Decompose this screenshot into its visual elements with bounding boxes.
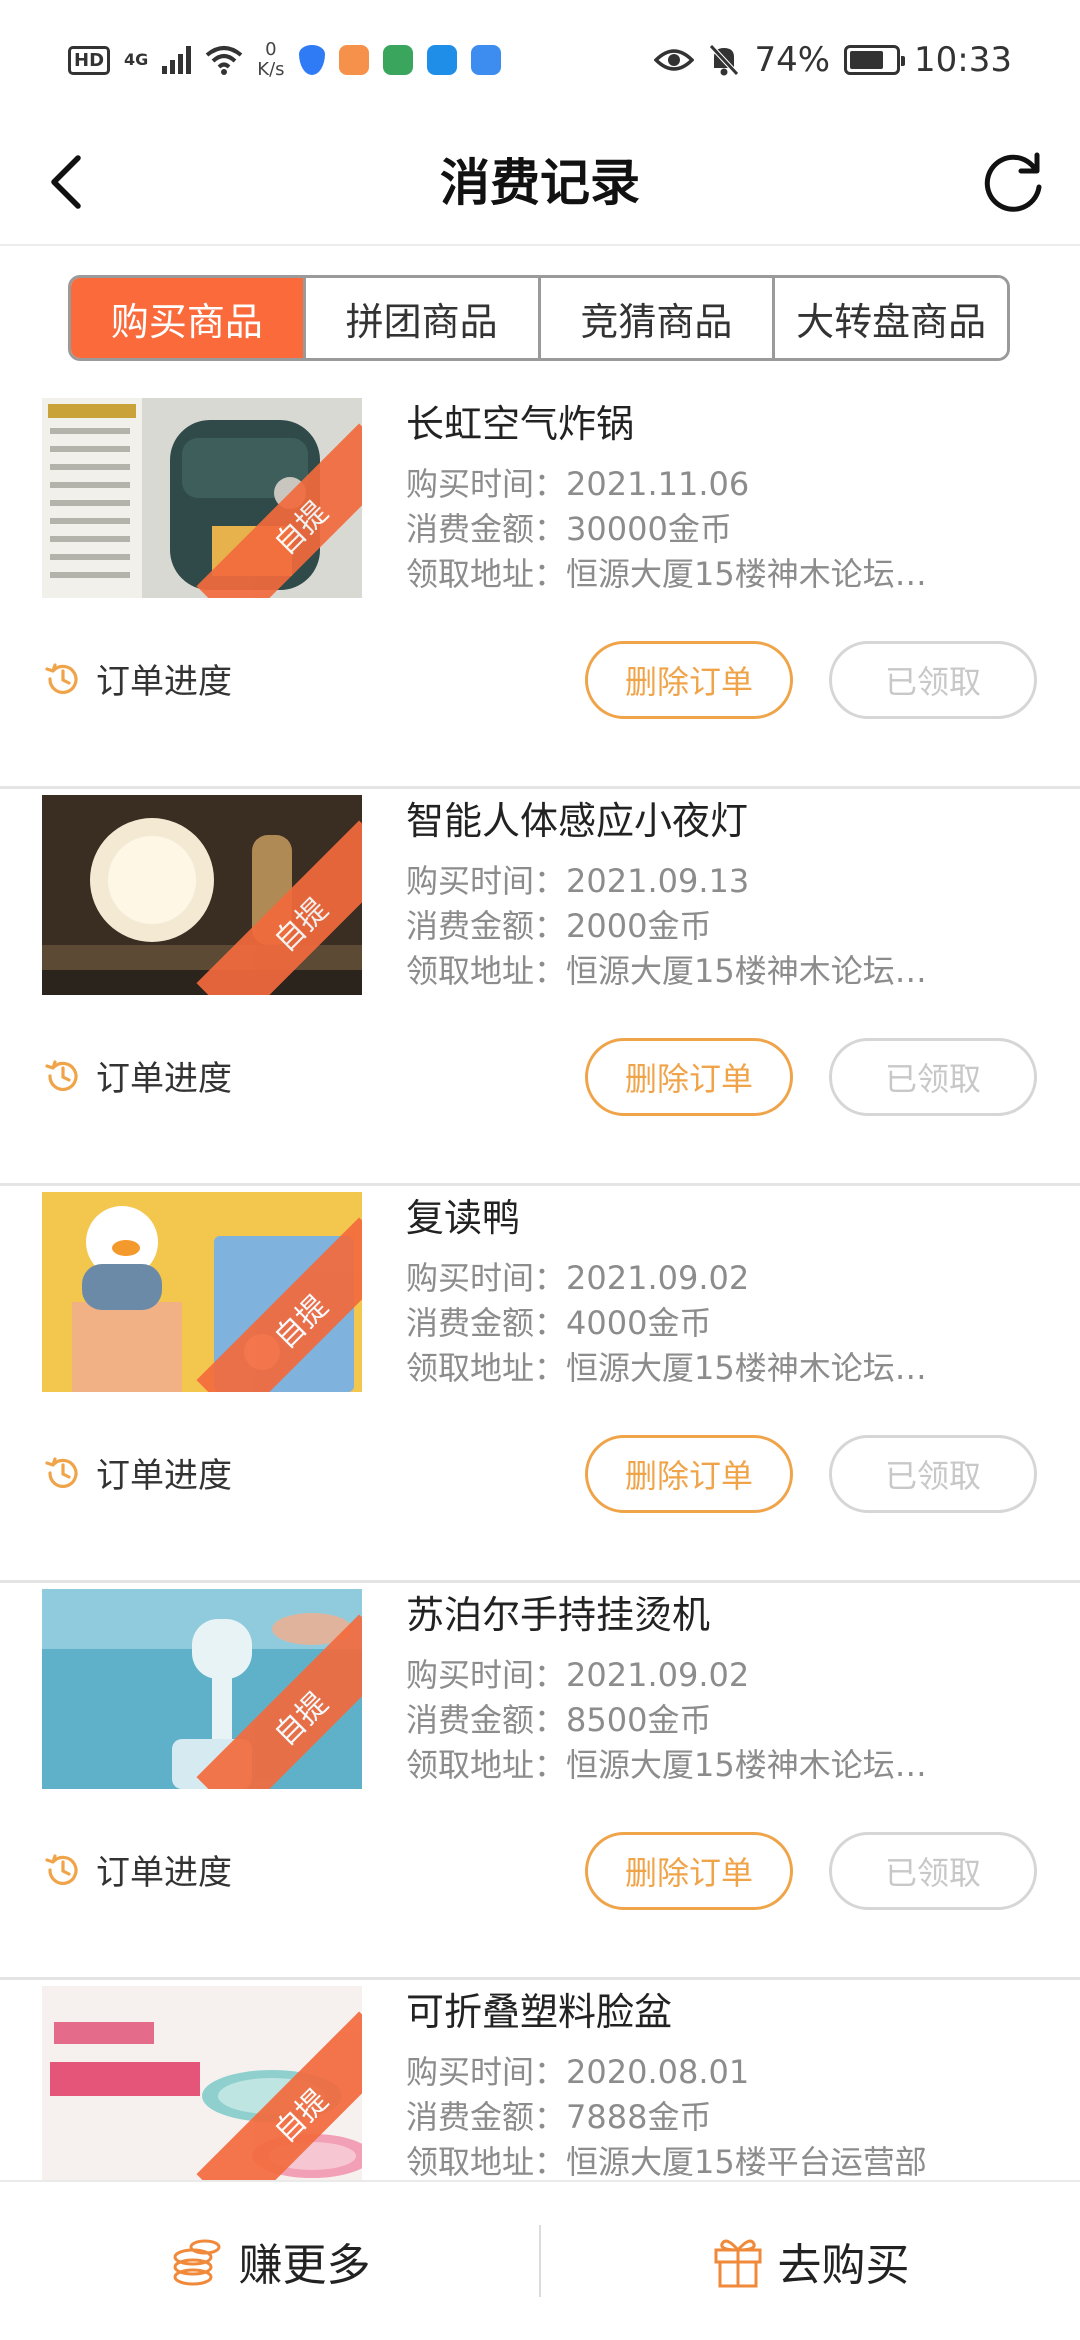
pickup-address: 领取地址：恒源大厦15楼神木论坛… [406,555,927,593]
delete-order-button[interactable]: 删除订单 [585,1038,793,1116]
app-header: 消费记录 [0,120,1080,246]
history-clock-icon [45,662,78,694]
wifi-icon [206,46,243,75]
order-item: 自提 智能人体感应小夜灯 购买时间：2021.09.13 消费金额：2000金币… [0,789,1080,1186]
earn-more-label: 赚更多 [238,2240,371,2291]
go-buy-button[interactable]: 去购买 [541,2182,1080,2340]
product-name: 复读鸭 [406,1196,521,1240]
order-progress-label: 订单进度 [96,662,232,702]
eye-icon [654,49,695,71]
pickup-address: 领取地址：恒源大厦15楼平台运营部 [406,2143,927,2181]
order-item: 自提 长虹空气炸锅 购买时间：2021.11.06 消费金额：30000金币 领… [0,392,1080,789]
purchase-time: 购买时间：2021.09.02 [406,1259,750,1297]
purchase-time: 购买时间：2021.09.02 [406,1656,750,1694]
spend-amount: 消费金额：8500金币 [406,1701,712,1739]
order-progress-label: 订单进度 [96,1059,232,1099]
product-name: 智能人体感应小夜灯 [406,799,749,843]
go-buy-label: 去购买 [777,2240,910,2291]
green-app-icon [382,45,413,75]
order-progress-label: 订单进度 [96,1853,232,1893]
history-clock-icon [45,1456,78,1488]
coins-icon [173,2239,220,2286]
product-image[interactable]: 自提 [42,1589,362,1789]
product-image[interactable]: 自提 [42,398,362,598]
product-image[interactable]: 自提 [42,795,362,995]
order-item: 自提 复读鸭 购买时间：2021.09.02 消费金额：4000金币 领取地址：… [0,1186,1080,1583]
received-button[interactable]: 已领取 [829,1435,1037,1513]
battery-icon [844,45,906,75]
shield-app-icon [298,45,325,75]
hd-indicator: HD [68,45,111,75]
order-progress-link[interactable]: 订单进度 [44,1845,232,1894]
history-clock-icon [45,1059,78,1091]
back-button[interactable] [30,146,102,218]
spend-amount: 消费金额：30000金币 [406,510,732,548]
mute-bell-icon [709,44,740,76]
spend-amount: 消费金额：4000金币 [406,1304,712,1342]
purchase-time: 购买时间：2020.08.01 [406,2053,750,2091]
product-name: 长虹空气炸锅 [406,402,635,446]
battery-percent: 74% [754,40,831,80]
refresh-icon [984,152,1042,212]
order-item: 自提 苏泊尔手持挂烫机 购买时间：2021.09.02 消费金额：8500金币 … [0,1583,1080,1980]
cloud-app-icon [470,45,501,75]
gift-icon [714,2239,761,2288]
spend-amount: 消费金额：7888金币 [406,2098,712,2136]
order-list: 自提 长虹空气炸锅 购买时间：2021.11.06 消费金额：30000金币 领… [0,392,1080,2340]
browser-app-icon [426,45,457,75]
page-title: 消费记录 [440,154,640,212]
order-progress-link[interactable]: 订单进度 [44,1448,232,1497]
signal-icon [162,46,192,74]
history-clock-icon [45,1853,78,1885]
purchase-time: 购买时间：2021.11.06 [406,465,750,503]
chevron-left-icon [51,155,81,209]
order-progress-link[interactable]: 订单进度 [44,1051,232,1100]
refresh-button[interactable] [974,144,1052,222]
product-name: 苏泊尔手持挂烫机 [406,1593,711,1637]
received-button[interactable]: 已领取 [829,641,1037,719]
tab-guess[interactable]: 竞猜商品 [537,278,773,358]
pickup-address: 领取地址：恒源大厦15楼神木论坛… [406,952,927,990]
network-speed: 0 K/s [257,39,285,80]
network-type: 4G [124,50,149,69]
purchase-time: 购买时间：2021.09.13 [406,862,750,900]
product-name: 可折叠塑料脸盆 [406,1990,673,2034]
earn-more-button[interactable]: 赚更多 [0,2182,539,2340]
spend-amount: 消费金额：2000金币 [406,907,712,945]
category-tabs: 购买商品 拼团商品 竞猜商品 大转盘商品 [68,275,1010,361]
tab-purchased[interactable]: 购买商品 [71,278,303,358]
tab-group-buy[interactable]: 拼团商品 [302,278,538,358]
order-progress-label: 订单进度 [96,1456,232,1496]
delete-order-button[interactable]: 删除订单 [585,1832,793,1910]
received-button[interactable]: 已领取 [829,1038,1037,1116]
delete-order-button[interactable]: 删除订单 [585,641,793,719]
status-bar: HD 4G 0 K/s 74% 10:33 [0,0,1080,120]
pickup-address: 领取地址：恒源大厦15楼神木论坛… [406,1746,927,1784]
order-progress-link[interactable]: 订单进度 [44,654,232,703]
delete-order-button[interactable]: 删除订单 [585,1435,793,1513]
received-button[interactable]: 已领取 [829,1832,1037,1910]
pickup-address: 领取地址：恒源大厦15楼神木论坛… [406,1349,927,1387]
product-image[interactable]: 自提 [42,1192,362,1392]
clock: 10:33 [914,40,1012,80]
bottom-action-bar: 赚更多 去购买 [0,2180,1080,2340]
product-image[interactable]: 自提 [42,1986,362,2186]
tab-wheel[interactable]: 大转盘商品 [772,278,1007,358]
health-app-icon [338,45,369,75]
